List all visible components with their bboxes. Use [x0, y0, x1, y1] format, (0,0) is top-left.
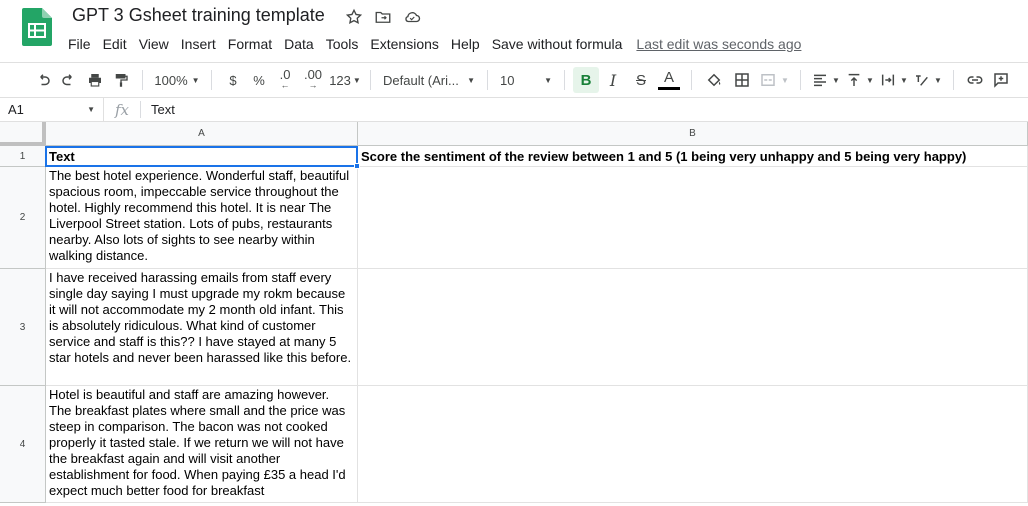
- font-size-value: 10: [500, 72, 515, 88]
- last-edit-link[interactable]: Last edit was seconds ago: [636, 36, 801, 52]
- menu-format[interactable]: Format: [222, 35, 278, 53]
- chevron-down-icon: ▼: [352, 75, 361, 85]
- row-header-4[interactable]: 4: [0, 386, 46, 503]
- toolbar-divider: [211, 70, 212, 90]
- fill-color-icon[interactable]: [700, 67, 728, 93]
- decrease-decimal-label: .0: [279, 67, 291, 82]
- zoom-select[interactable]: 100% ▼: [151, 67, 203, 93]
- chevron-down-icon: ▼: [866, 75, 874, 85]
- toolbar-divider: [564, 70, 565, 90]
- toolbar-divider: [953, 70, 954, 90]
- insert-comment-icon[interactable]: [988, 67, 1014, 93]
- chevron-down-icon: ▼: [87, 105, 95, 114]
- chevron-down-icon: ▼: [900, 75, 908, 85]
- function-icon: fx: [114, 100, 129, 119]
- menu-bar: File Edit View Insert Format Data Tools …: [62, 34, 801, 54]
- more-formats-select[interactable]: 123 ▼: [328, 67, 362, 93]
- cell-b3[interactable]: [358, 269, 1028, 386]
- chevron-down-icon: ▼: [781, 75, 789, 85]
- chevron-down-icon: ▼: [467, 75, 475, 85]
- menu-edit[interactable]: Edit: [97, 35, 133, 53]
- font-family-select[interactable]: Default (Ari... ▼: [379, 67, 479, 93]
- formula-input[interactable]: Text: [151, 102, 175, 117]
- redo-icon[interactable]: [56, 67, 82, 93]
- column-header-a[interactable]: A: [46, 122, 358, 146]
- column-header-b[interactable]: B: [358, 122, 1028, 146]
- cell-a4[interactable]: Hotel is beautiful and staff are amazing…: [46, 386, 358, 503]
- text-color-glyph: A: [663, 68, 674, 86]
- sheets-logo-icon[interactable]: [22, 8, 52, 46]
- select-all-corner[interactable]: [0, 122, 46, 146]
- menu-save-without-formula[interactable]: Save without formula: [486, 35, 629, 53]
- text-wrapping-icon[interactable]: ▼: [877, 67, 911, 93]
- toolbar-divider: [800, 70, 801, 90]
- name-box[interactable]: A1 ▼: [0, 98, 104, 121]
- cell-a2[interactable]: The best hotel experience. Wonderful sta…: [46, 167, 358, 269]
- vertical-align-icon[interactable]: ▼: [843, 67, 877, 93]
- cloud-saved-icon[interactable]: [403, 8, 421, 26]
- horizontal-align-icon[interactable]: ▼: [809, 67, 843, 93]
- star-icon[interactable]: [345, 8, 363, 26]
- print-icon[interactable]: [82, 67, 108, 93]
- cell-b4[interactable]: [358, 386, 1028, 503]
- more-formats-label: 123: [329, 72, 351, 88]
- arrow-right-icon: →: [308, 80, 318, 90]
- currency-format-button[interactable]: $: [220, 67, 246, 93]
- cell-b1[interactable]: Score the sentiment of the review betwee…: [358, 146, 1028, 167]
- text-rotation-icon[interactable]: ▼: [911, 67, 945, 93]
- bold-button[interactable]: B: [573, 67, 599, 93]
- arrow-left-icon: ←: [280, 80, 290, 90]
- undo-icon[interactable]: [30, 67, 56, 93]
- title-bar: GPT 3 Gsheet training template File Edit…: [0, 0, 1028, 62]
- formula-bar: A1 ▼ fx Text: [0, 97, 1028, 122]
- menu-help[interactable]: Help: [445, 35, 486, 53]
- italic-button[interactable]: I: [599, 67, 627, 93]
- increase-decimal-button[interactable]: .00 →: [298, 67, 328, 93]
- paint-format-icon[interactable]: [108, 67, 134, 93]
- chevron-down-icon: ▼: [191, 75, 200, 85]
- toolbar-divider: [691, 70, 692, 90]
- chevron-down-icon: ▼: [544, 75, 552, 85]
- menu-file[interactable]: File: [62, 35, 97, 53]
- font-size-select[interactable]: 10 ▼: [496, 67, 556, 93]
- row-header-2[interactable]: 2: [0, 167, 46, 269]
- move-folder-icon[interactable]: [374, 8, 392, 26]
- text-color-button[interactable]: A: [655, 67, 683, 93]
- spreadsheet-grid: A B 1 Text Score the sentiment of the re…: [0, 122, 1028, 506]
- cell-a3[interactable]: I have received harassing emails from st…: [46, 269, 358, 386]
- zoom-value: 100%: [154, 72, 188, 88]
- percent-format-button[interactable]: %: [246, 67, 272, 93]
- text-color-swatch: [658, 86, 680, 90]
- formula-divider: [140, 101, 141, 118]
- toolbar: 100% ▼ $ % .0 ← .00 → 123 ▼ Default (Ari... ▼…: [0, 62, 1028, 97]
- merge-cells-icon[interactable]: ▼: [756, 67, 792, 93]
- chevron-down-icon: ▼: [832, 75, 840, 85]
- chevron-down-icon: ▼: [934, 75, 942, 85]
- menu-extensions[interactable]: Extensions: [364, 35, 444, 53]
- menu-tools[interactable]: Tools: [320, 35, 365, 53]
- toolbar-divider: [142, 70, 143, 90]
- borders-icon[interactable]: [728, 67, 756, 93]
- row-header-3[interactable]: 3: [0, 269, 46, 386]
- toolbar-divider: [487, 70, 488, 90]
- menu-insert[interactable]: Insert: [175, 35, 222, 53]
- menu-data[interactable]: Data: [278, 35, 320, 53]
- insert-link-icon[interactable]: [962, 67, 988, 93]
- cell-a1[interactable]: Text: [46, 146, 358, 167]
- menu-view[interactable]: View: [133, 35, 175, 53]
- cell-reference: A1: [8, 102, 24, 117]
- cell-b2[interactable]: [358, 167, 1028, 269]
- row-header-1[interactable]: 1: [0, 146, 46, 167]
- font-family-value: Default (Ari...: [383, 72, 459, 88]
- toolbar-divider: [370, 70, 371, 90]
- decrease-decimal-button[interactable]: .0 ←: [272, 67, 298, 93]
- strikethrough-button[interactable]: S: [627, 67, 655, 93]
- document-title[interactable]: GPT 3 Gsheet training template: [72, 5, 325, 26]
- increase-decimal-label: .00: [303, 67, 323, 82]
